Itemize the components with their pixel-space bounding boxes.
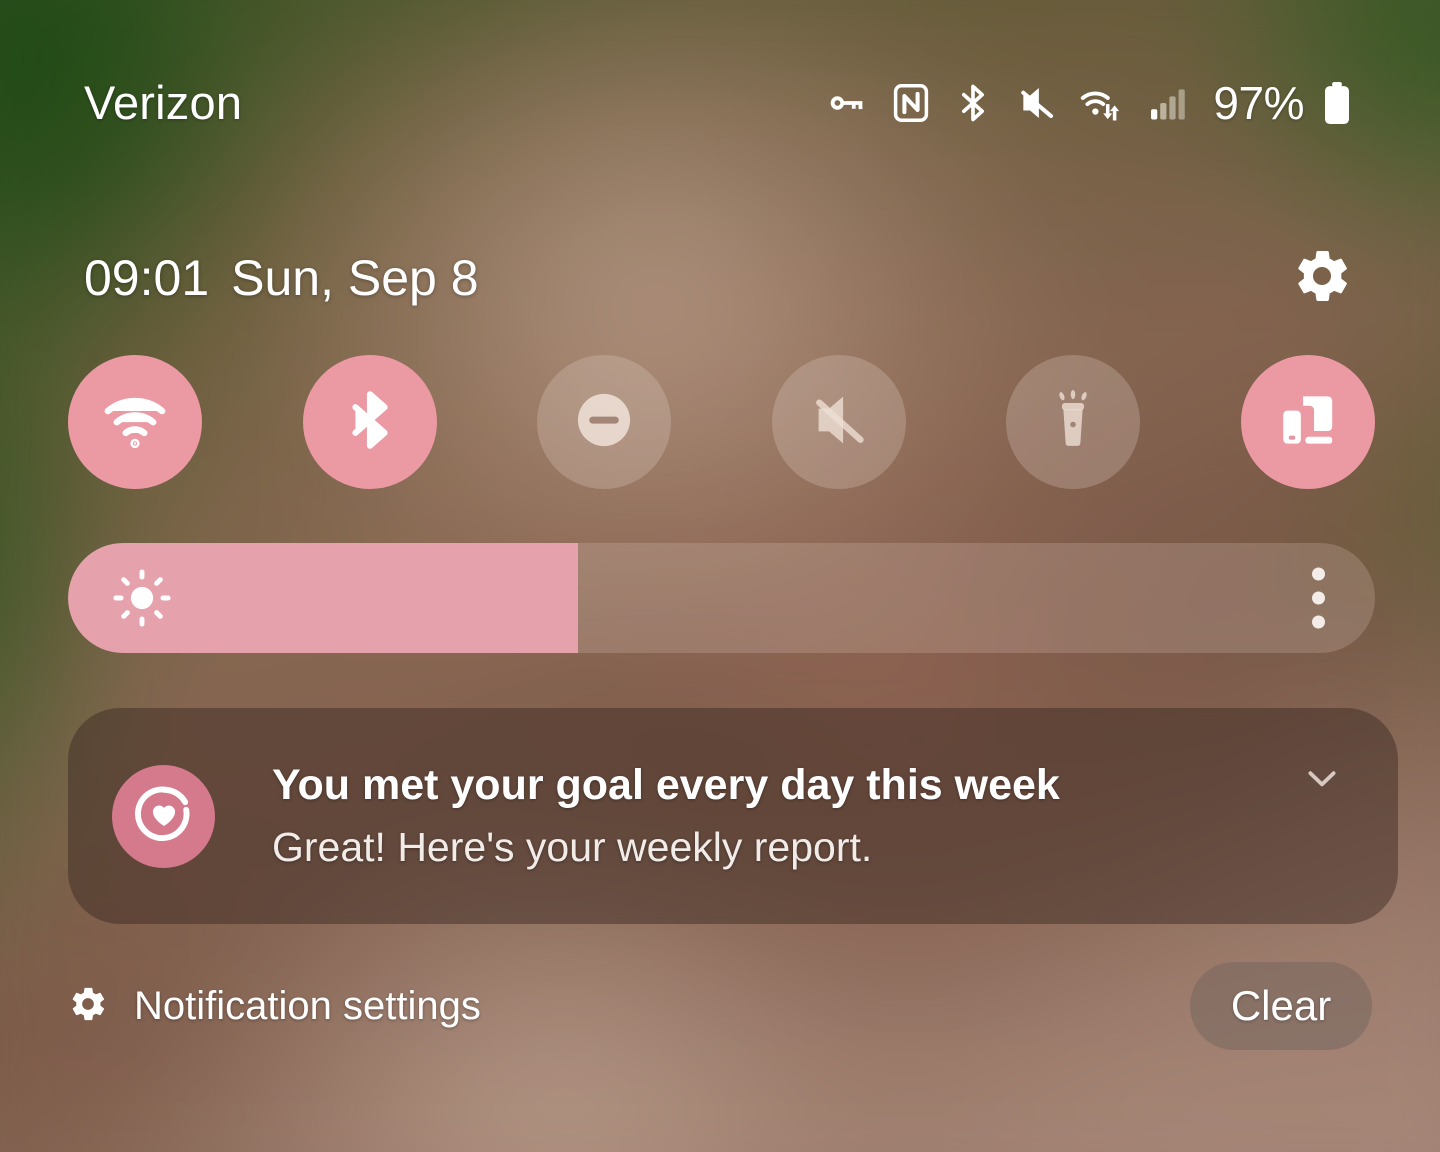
do-not-disturb-icon [570, 386, 638, 459]
notification-app-icon [112, 764, 215, 868]
bluetooth-icon [951, 81, 995, 125]
wifi-data-icon [1077, 80, 1129, 126]
flashlight-toggle[interactable] [1006, 355, 1141, 489]
flashlight-icon [1039, 386, 1107, 459]
notification-body: Great! Here's your weekly report. [272, 824, 873, 871]
mute-toggle[interactable] [771, 355, 906, 489]
brightness-more-options-button[interactable] [1312, 567, 1325, 629]
wifi-icon [98, 383, 172, 462]
bluetooth-toggle[interactable] [302, 355, 437, 489]
notification-expand-button[interactable] [1292, 750, 1352, 810]
notification-text-block: You met your goal every day this week Gr… [272, 760, 1292, 873]
notification-shade: Verizon 97% 09:01 Sun, Sep 8 You met you… [0, 0, 1440, 1152]
dnd-toggle[interactable] [537, 355, 672, 489]
gear-icon [1291, 245, 1353, 312]
gear-icon [68, 984, 108, 1029]
overflow-dot [1312, 567, 1325, 581]
nfc-icon [889, 81, 933, 125]
notification-item[interactable]: You met your goal every day this week Gr… [68, 708, 1398, 924]
brightness-icon [108, 564, 176, 632]
notification-settings-label: Notification settings [134, 983, 481, 1028]
cell-signal-icon [1147, 81, 1191, 125]
clear-button-label: Clear [1230, 982, 1332, 1029]
battery-percent-label: 97% [1213, 76, 1304, 129]
volume-mute-icon [1013, 80, 1059, 126]
notification-title: You met your goal every day this week [272, 760, 1060, 809]
status-icon-group: 97% [825, 76, 1352, 130]
battery-icon [1322, 80, 1352, 126]
notification-footer: Notification settings Clear [68, 960, 1372, 1052]
clock-date-group[interactable]: 09:01 Sun, Sep 8 [84, 249, 479, 307]
volume-mute-icon [804, 385, 874, 460]
clock-row: 09:01 Sun, Sep 8 [0, 238, 1440, 318]
quick-settings-toggles [68, 355, 1375, 489]
clock-date: Sun, Sep 8 [231, 250, 479, 306]
smart-view-toggle[interactable] [1240, 355, 1375, 489]
brightness-slider[interactable] [68, 543, 1375, 653]
carrier-label: Verizon [84, 76, 243, 129]
clock-time: 09:01 [84, 250, 210, 306]
screen-cast-icon [1275, 387, 1341, 458]
overflow-dot [1312, 591, 1325, 605]
chevron-down-icon [1298, 754, 1346, 807]
wifi-toggle[interactable] [68, 355, 202, 489]
status-bar: Verizon 97% [0, 0, 1440, 205]
vpn-key-icon [825, 80, 871, 126]
clear-button[interactable]: Clear [1190, 962, 1372, 1050]
heart-ring-icon [133, 783, 195, 850]
notification-settings-button[interactable]: Notification settings [68, 984, 481, 1029]
settings-gear-button[interactable] [1288, 244, 1356, 312]
bluetooth-icon [335, 385, 405, 460]
overflow-dot [1312, 615, 1325, 629]
